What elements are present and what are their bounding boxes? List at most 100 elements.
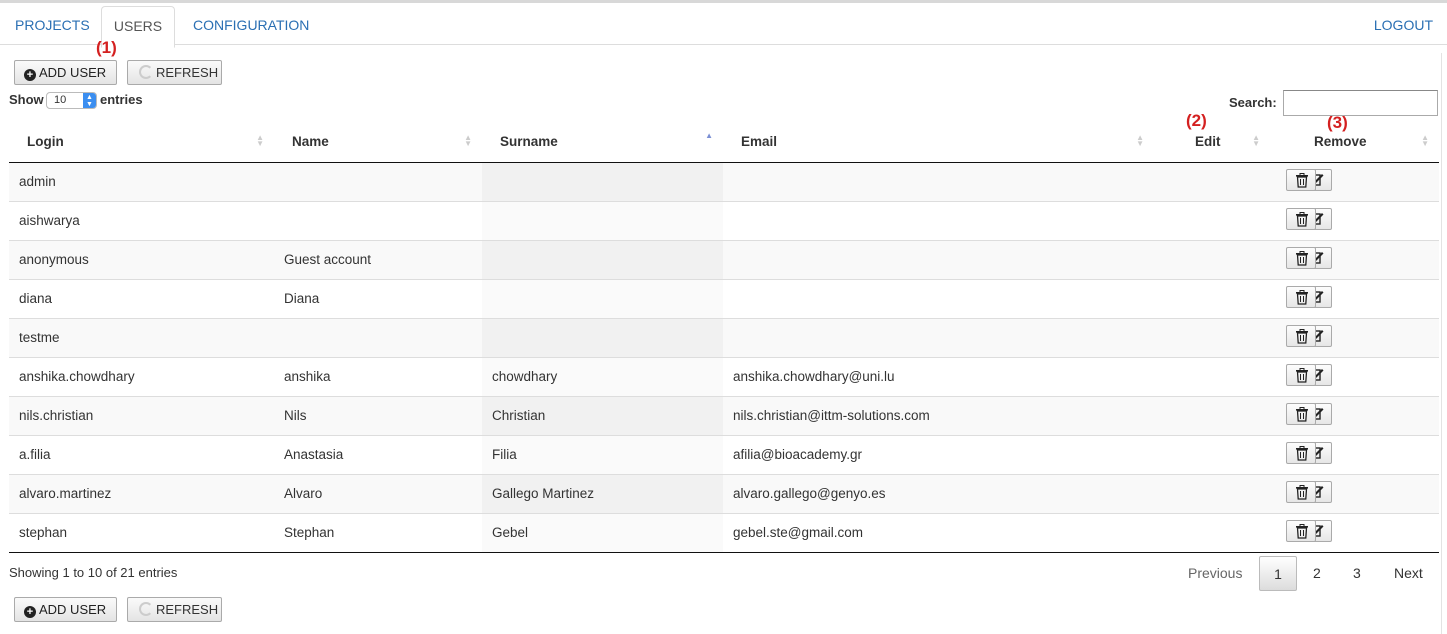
add-user-label: ADD USER — [39, 65, 107, 80]
remove-button[interactable] — [1286, 403, 1316, 425]
col-email-label: Email — [741, 134, 778, 150]
col-edit-header[interactable]: Edit ▲ ▼ — [1154, 122, 1270, 163]
add-user-button[interactable]: + ADD USER — [14, 60, 117, 85]
cell-name: Diana — [274, 278, 482, 318]
pagination-page-3[interactable]: 3 — [1353, 556, 1361, 591]
cell-surname — [482, 200, 723, 240]
sort-icon: ▲ ▼ — [256, 133, 264, 148]
cell-login: aishwarya — [9, 200, 274, 240]
cell-remove — [1270, 473, 1439, 513]
cell-surname: Christian — [482, 395, 723, 435]
sort-icon: ▲ ▼ — [464, 133, 472, 148]
cell-remove — [1270, 278, 1439, 318]
remove-button[interactable] — [1286, 169, 1316, 191]
remove-button[interactable] — [1286, 286, 1316, 308]
cell-name: Anastasia — [274, 434, 482, 474]
cell-name: Stephan — [274, 512, 482, 553]
col-email-header[interactable]: Email ▲ ▼ — [723, 122, 1154, 163]
scrollbar-track[interactable] — [1441, 53, 1442, 634]
top-nav: PROJECTS USERS CONFIGURATION LOGOUT — [0, 0, 1447, 48]
select-arrows-icon: ▲ ▼ — [83, 93, 96, 108]
cell-surname: Gebel — [482, 512, 723, 553]
pagination-page-2[interactable]: 2 — [1313, 556, 1321, 591]
refresh-icon — [139, 65, 153, 79]
cell-email: afilia@bioacademy.gr — [723, 434, 1154, 474]
cell-login: stephan — [9, 512, 274, 553]
cell-surname — [482, 317, 723, 357]
cell-edit — [1154, 278, 1332, 318]
col-name-header[interactable]: Name ▲ ▼ — [274, 122, 482, 163]
remove-button[interactable] — [1286, 364, 1316, 386]
cell-login: nils.christian — [9, 395, 274, 435]
table-info: Showing 1 to 10 of 21 entries — [9, 565, 178, 580]
cell-remove — [1270, 162, 1439, 201]
cell-surname — [482, 278, 723, 318]
refresh-button-bottom[interactable]: REFRESH — [127, 597, 222, 622]
logout-link[interactable]: LOGOUT — [1360, 6, 1447, 48]
remove-button[interactable] — [1286, 520, 1316, 542]
pagination-next[interactable]: Next — [1394, 556, 1423, 591]
users-table: Login ▲ ▼ Name ▲ ▼ Surname ▲ Email ▲ ▼ Edit ▲ ▼ R… — [9, 122, 1439, 553]
cell-name: Nils — [274, 395, 482, 435]
tab-projects[interactable]: PROJECTS — [1, 6, 104, 48]
refresh-icon — [139, 602, 153, 616]
cell-name — [274, 162, 482, 201]
cell-surname: chowdhary — [482, 356, 723, 396]
show-label: Show — [9, 92, 44, 107]
search-input[interactable] — [1283, 90, 1438, 116]
col-login-header[interactable]: Login ▲ ▼ — [9, 122, 274, 163]
sort-icon: ▲ ▼ — [1136, 133, 1144, 148]
entries-length-select[interactable]: 10 ▲ ▼ — [46, 92, 97, 109]
table-row: diana Diana — [9, 278, 1439, 318]
table-row: anonymous Guest account — [9, 239, 1439, 279]
cell-remove — [1270, 395, 1439, 435]
entries-label: entries — [100, 92, 143, 107]
cell-edit — [1154, 239, 1332, 279]
entries-length-value: 10 — [54, 94, 67, 106]
remove-button[interactable] — [1286, 325, 1316, 347]
remove-button[interactable] — [1286, 481, 1316, 503]
cell-email — [723, 278, 1154, 318]
cell-edit — [1154, 317, 1332, 357]
pagination-page-1[interactable]: 1 — [1259, 556, 1297, 591]
cell-remove — [1270, 512, 1439, 553]
cell-surname — [482, 239, 723, 279]
cell-remove — [1270, 239, 1439, 279]
cell-email — [723, 317, 1154, 357]
table-row: stephan Stephan Gebel gebel.ste@gmail.com — [9, 512, 1439, 553]
cell-login: alvaro.martinez — [9, 473, 274, 513]
remove-button[interactable] — [1286, 442, 1316, 464]
cell-edit — [1154, 200, 1332, 240]
sort-icon: ▲ ▼ — [1252, 133, 1260, 148]
cell-name — [274, 317, 482, 357]
table-row: alvaro.martinez Alvaro Gallego Martinez alv… — [9, 473, 1439, 513]
remove-button[interactable] — [1286, 247, 1316, 269]
col-name-label: Name — [292, 134, 329, 150]
table-row: anshika.chowdhary anshika chowdhary anshika… — [9, 356, 1439, 396]
cell-edit — [1154, 395, 1332, 435]
sort-asc-icon: ▲ — [705, 131, 713, 140]
annotation-1: (1) — [96, 38, 117, 57]
refresh-button[interactable]: REFRESH — [127, 60, 222, 85]
cell-name: anshika — [274, 356, 482, 396]
col-remove-header[interactable]: Remove ▲ ▼ — [1270, 122, 1439, 163]
col-login-label: Login — [27, 134, 64, 150]
cell-remove — [1270, 434, 1439, 474]
cell-login: anshika.chowdhary — [9, 356, 274, 396]
table-row: aishwarya — [9, 200, 1439, 240]
cell-email — [723, 200, 1154, 240]
cell-email — [723, 162, 1154, 201]
search-label: Search: — [1229, 95, 1277, 110]
tab-configuration[interactable]: CONFIGURATION — [179, 6, 323, 48]
cell-surname: Gallego Martinez — [482, 473, 723, 513]
cell-login: diana — [9, 278, 274, 318]
col-surname-header[interactable]: Surname ▲ — [482, 122, 723, 163]
cell-email: gebel.ste@gmail.com — [723, 512, 1154, 553]
add-user-button-bottom[interactable]: + ADD USER — [14, 597, 117, 622]
cell-edit — [1154, 473, 1332, 513]
pagination-previous[interactable]: Previous — [1188, 556, 1242, 591]
cell-edit — [1154, 356, 1332, 396]
cell-edit — [1154, 162, 1332, 201]
remove-button[interactable] — [1286, 208, 1316, 230]
sort-icon: ▲ ▼ — [1421, 133, 1429, 148]
